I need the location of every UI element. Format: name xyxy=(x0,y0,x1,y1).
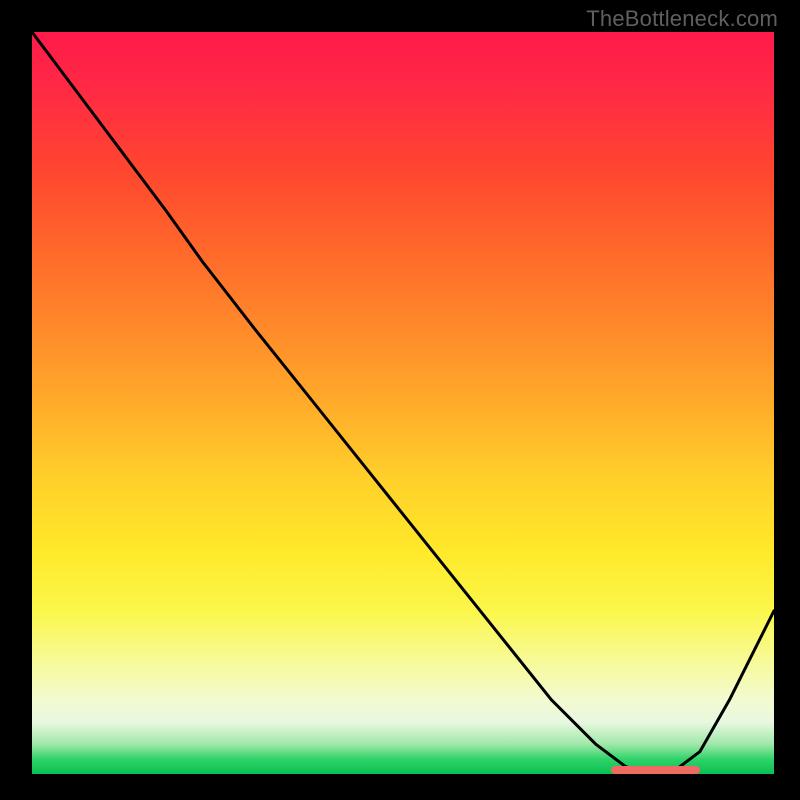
chart-frame: TheBottleneck.com xyxy=(0,0,800,800)
optimal-range-marker xyxy=(611,766,700,774)
bottleneck-curve xyxy=(32,32,774,774)
curve-svg xyxy=(32,32,774,774)
watermark-text: TheBottleneck.com xyxy=(586,6,778,32)
chart-plot-area xyxy=(32,32,774,774)
